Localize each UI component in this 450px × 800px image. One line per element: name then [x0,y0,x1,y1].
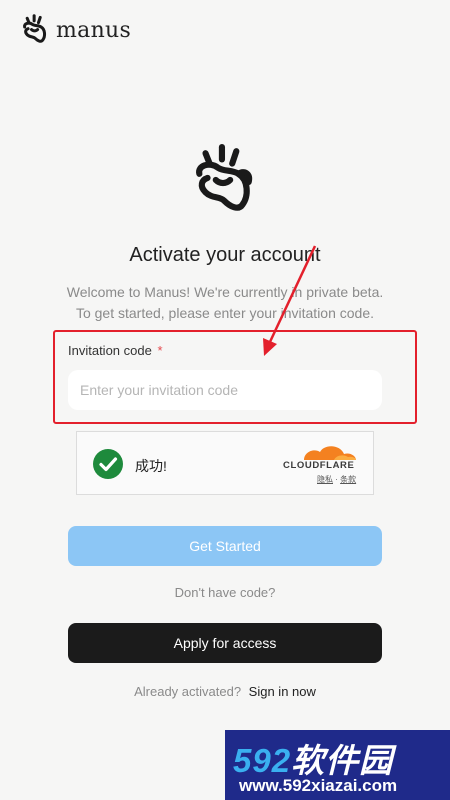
captcha-status-text: 成功! [135,458,167,474]
captcha-links: 隐私 · 条款 [317,474,356,485]
cloudflare-brand: CLOUDFLARE [283,460,355,471]
cloudflare-captcha-widget[interactable]: 成功! CLOUDFLARE 隐私 · 条款 [76,431,374,495]
manus-logo-icon [196,144,253,211]
manus-hand-icon [23,14,47,43]
annotation-arrow-icon [263,245,317,356]
page-subtitle: Welcome to Manus! We're currently in pri… [0,282,450,324]
no-code-prompt: Don't have code? [174,585,276,600]
terms-link[interactable]: 条款 [340,475,356,484]
site-watermark: 592软件园 www.592xiazai.com [225,730,450,800]
watermark-number: 592 [233,742,292,779]
watermark-text: 软件园 [291,742,394,779]
signin-row: Already activated? Sign in now [0,684,450,699]
get-started-button[interactable]: Get Started [68,526,382,566]
privacy-link[interactable]: 隐私 [317,475,333,484]
already-activated-text: Already activated? [134,684,242,699]
watermark-url: www.592xiazai.com [239,776,398,795]
apply-for-access-button[interactable]: Apply for access [68,623,382,663]
annotation-highlight-box [53,330,417,424]
page-title: Activate your account [129,244,321,266]
subtitle-line-2: To get started, please enter your invita… [75,305,375,321]
check-circle-icon [93,449,123,479]
brand-name: manus [56,17,132,43]
watermark-title: 592软件园 [233,734,393,782]
subtitle-line-1: Welcome to Manus! We're currently in pri… [66,284,384,300]
sign-in-link[interactable]: Sign in now [249,684,316,699]
brand-header[interactable]: manus [22,14,131,46]
